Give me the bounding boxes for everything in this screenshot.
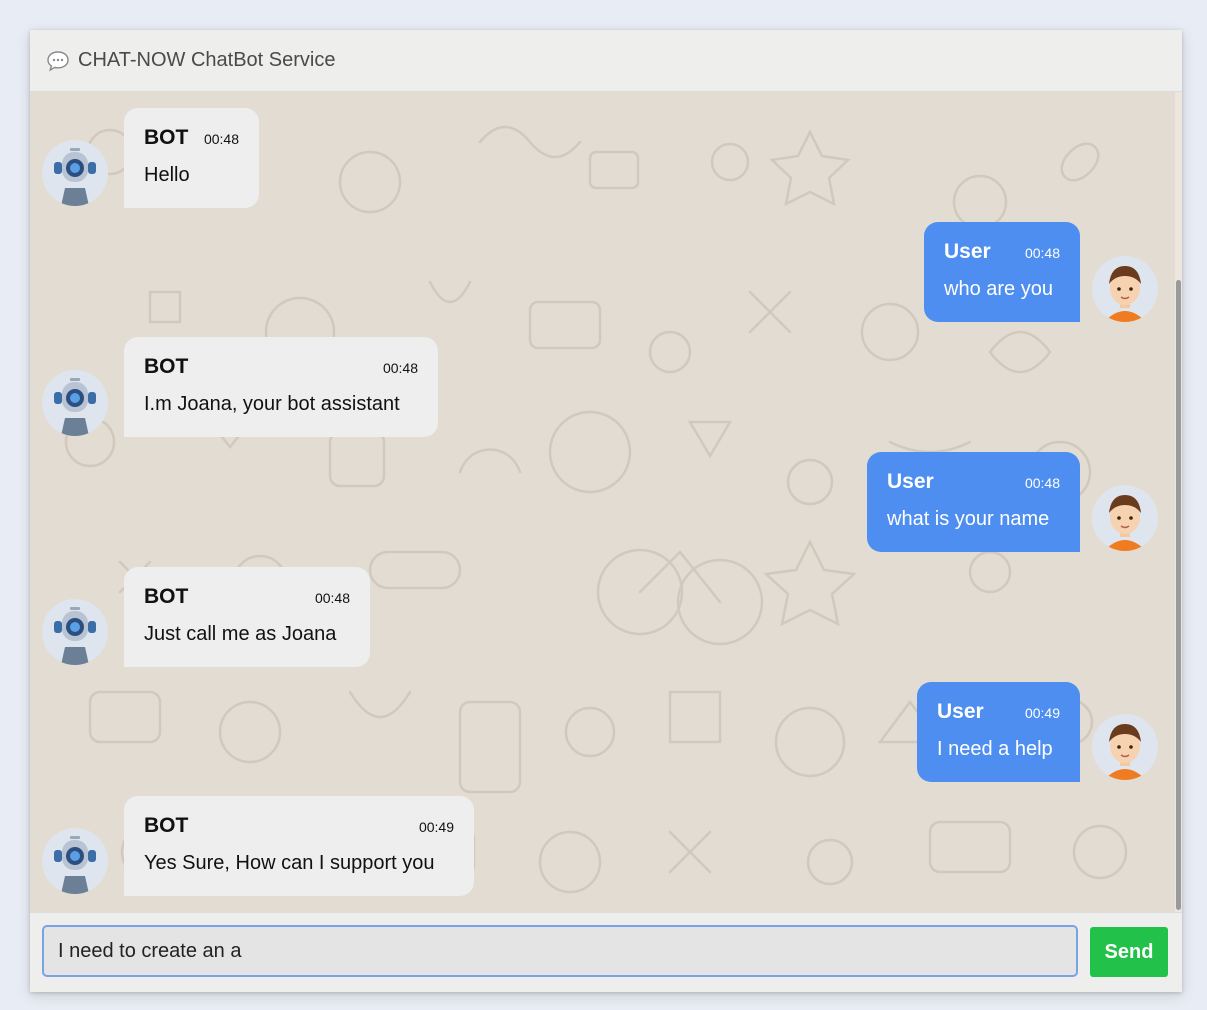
user-avatar bbox=[1092, 714, 1158, 780]
message-time: 00:49 bbox=[418, 819, 454, 835]
speech-bubble-icon bbox=[46, 50, 70, 72]
message-sender: BOT bbox=[144, 814, 189, 837]
message-time: 00:49 bbox=[1024, 705, 1060, 721]
bot-avatar bbox=[42, 828, 108, 894]
message-time: 00:48 bbox=[1024, 245, 1060, 261]
message-text: Just call me as Joana bbox=[144, 623, 337, 645]
chat-header: CHAT-NOW ChatBot Service bbox=[30, 30, 1182, 92]
message-sender: User bbox=[887, 470, 934, 493]
message-time: 00:48 bbox=[314, 590, 350, 606]
user-avatar bbox=[1092, 256, 1158, 322]
message-input[interactable] bbox=[42, 925, 1078, 977]
bot-avatar bbox=[42, 140, 108, 206]
message-time: 00:48 bbox=[1024, 475, 1060, 491]
user-avatar bbox=[1092, 485, 1158, 551]
message-text: who are you bbox=[944, 278, 1053, 300]
chat-window: CHAT-NOW ChatBot Service BOT 00:48 Hello… bbox=[30, 30, 1182, 992]
bot-avatar bbox=[42, 370, 108, 436]
message-time: 00:48 bbox=[203, 131, 239, 147]
message-bubble-bot: BOT 00:48 Hello bbox=[124, 108, 259, 208]
message-bubble-bot: BOT 00:48 I.m Joana, your bot assistant bbox=[124, 337, 438, 437]
message-sender: BOT bbox=[144, 126, 189, 149]
message-bubble-user: User 00:48 who are you bbox=[924, 222, 1080, 322]
composer-bar: Send bbox=[30, 912, 1182, 992]
message-sender: BOT bbox=[144, 585, 189, 608]
message-text: I need a help bbox=[937, 738, 1053, 760]
message-bubble-user: User 00:48 what is your name bbox=[867, 452, 1080, 552]
message-text: Hello bbox=[144, 164, 190, 186]
message-time: 00:48 bbox=[382, 360, 418, 376]
message-bubble-bot: BOT 00:48 Just call me as Joana bbox=[124, 567, 370, 667]
message-sender: BOT bbox=[144, 355, 189, 378]
message-sender: User bbox=[937, 700, 984, 723]
send-button[interactable]: Send bbox=[1090, 927, 1168, 977]
message-sender: User bbox=[944, 240, 991, 263]
app-title: CHAT-NOW ChatBot Service bbox=[78, 49, 336, 71]
message-text: Yes Sure, How can I support you bbox=[144, 852, 435, 874]
message-bubble-user: User 00:49 I need a help bbox=[917, 682, 1080, 782]
message-bubble-bot: BOT 00:49 Yes Sure, How can I support you bbox=[124, 796, 474, 896]
message-text: I.m Joana, your bot assistant bbox=[144, 393, 400, 415]
bot-avatar bbox=[42, 599, 108, 665]
scrollbar-thumb[interactable] bbox=[1176, 280, 1181, 910]
message-text: what is your name bbox=[887, 508, 1050, 530]
